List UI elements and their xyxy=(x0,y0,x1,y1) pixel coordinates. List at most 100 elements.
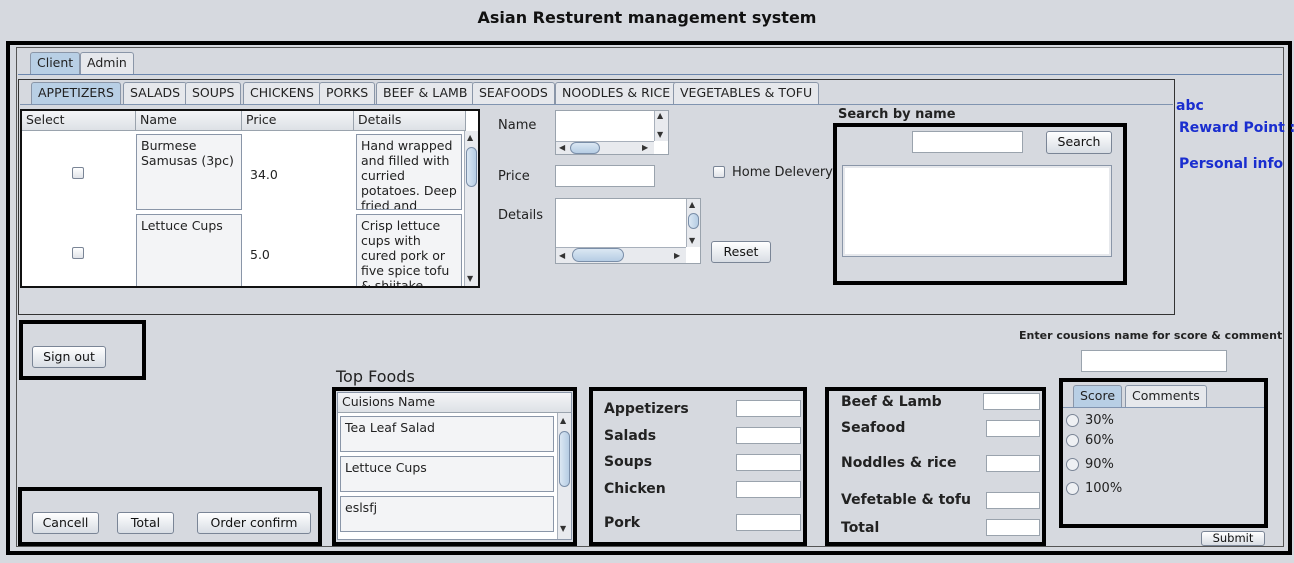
scroll-thumb[interactable] xyxy=(466,147,477,187)
grand-total-label: Total xyxy=(841,520,880,536)
top-foods-scrollbar[interactable]: ▲ ▼ xyxy=(557,413,571,539)
score-prompt: Enter cousions name for score & comment xyxy=(1019,329,1283,342)
tab-vegetables-tofu[interactable]: VEGETABLES & TOFU xyxy=(673,82,820,104)
details-vscroll[interactable]: ▲ ▼ xyxy=(686,199,700,247)
scroll-down-icon[interactable]: ▼ xyxy=(560,525,566,533)
list-item[interactable]: Tea Leaf Salad xyxy=(340,416,554,452)
chicken-total-field[interactable] xyxy=(736,481,801,498)
select-checkbox[interactable] xyxy=(72,167,84,179)
column-header-cuisions-name[interactable]: Cuisions Name xyxy=(338,393,571,413)
search-results-area[interactable] xyxy=(842,165,1112,257)
tab-comments[interactable]: Comments xyxy=(1125,385,1207,407)
seafood-total-label: Seafood xyxy=(841,420,906,436)
column-header-name[interactable]: Name xyxy=(136,111,242,131)
tab-client[interactable]: Client xyxy=(30,52,81,74)
order-confirm-button[interactable]: Order confirm xyxy=(197,512,311,534)
beef-lamb-total-label: Beef & Lamb xyxy=(841,394,942,410)
appetizers-total-field[interactable] xyxy=(736,400,801,417)
score-option-label: 60% xyxy=(1085,433,1114,448)
tab-admin[interactable]: Admin xyxy=(80,52,134,74)
cuisine-name-input[interactable] xyxy=(1081,350,1227,372)
search-button[interactable]: Search xyxy=(1046,131,1112,154)
scroll-left-icon[interactable]: ◀ xyxy=(559,144,565,152)
tab-beef-lamb[interactable]: BEEF & LAMB xyxy=(376,82,475,104)
score-radio-30[interactable] xyxy=(1066,414,1079,427)
tab-salads[interactable]: SALADS xyxy=(123,82,188,104)
details-label: Details xyxy=(498,208,544,223)
score-radio-100[interactable] xyxy=(1066,482,1079,495)
list-item[interactable]: Lettuce Cups xyxy=(340,456,554,492)
details-textarea[interactable]: ▲ ▼ ◀ ▶ xyxy=(555,198,701,264)
soups-total-field[interactable] xyxy=(736,454,801,471)
name-label: Name xyxy=(498,118,537,133)
sign-out-button[interactable]: Sign out xyxy=(32,346,106,368)
tab-appetizers[interactable]: APPETIZERS xyxy=(31,82,121,105)
cancel-button[interactable]: Cancell xyxy=(32,512,99,534)
column-header-select[interactable]: Select xyxy=(22,111,136,131)
scroll-down-icon[interactable]: ▼ xyxy=(467,275,473,283)
score-radio-90[interactable] xyxy=(1066,458,1079,471)
column-header-price[interactable]: Price xyxy=(242,111,354,131)
home-delivery-label: Home Delevery xyxy=(732,165,833,180)
personal-info-link[interactable]: Personal info xyxy=(1179,156,1283,172)
score-option-label: 90% xyxy=(1085,457,1114,472)
tab-porks[interactable]: PORKS xyxy=(319,82,376,104)
search-input[interactable] xyxy=(912,131,1023,153)
cell-details: Hand wrapped and filled with curried pot… xyxy=(356,134,462,210)
score-radio-60[interactable] xyxy=(1066,434,1079,447)
cell-details: Crisp lettuce cups with cured pork or fi… xyxy=(356,214,462,286)
name-textarea[interactable]: ▲ ▼ ◀ ▶ xyxy=(555,110,669,155)
reward-point-link[interactable]: Reward Point : xyxy=(1179,120,1294,136)
vegetable-tofu-total-label: Vefetable & tofu xyxy=(841,492,971,508)
hscroll-thumb[interactable] xyxy=(572,248,624,262)
seafood-total-field[interactable] xyxy=(986,420,1040,437)
submit-button[interactable]: Submit xyxy=(1201,531,1265,546)
top-foods-heading: Top Foods xyxy=(336,367,415,386)
total-button[interactable]: Total xyxy=(117,512,174,534)
price-label: Price xyxy=(498,169,530,184)
tab-noodles-rice[interactable]: NOODLES & RICE xyxy=(555,82,678,104)
pork-total-field[interactable] xyxy=(736,514,801,531)
table-row[interactable]: Lettuce Cups 5.0 Crisp lettuce cups with… xyxy=(22,212,466,286)
details-hscroll[interactable]: ◀ ▶ xyxy=(556,247,686,263)
appetizers-total-label: Appetizers xyxy=(604,401,689,417)
noodles-rice-total-field[interactable] xyxy=(986,455,1040,472)
table-scrollbar[interactable]: ▲ ▼ xyxy=(464,131,478,286)
list-item[interactable]: eslsfj xyxy=(340,496,554,532)
beef-lamb-total-field[interactable] xyxy=(983,393,1040,410)
menu-table: Select Name Price Details Burmese Samusa… xyxy=(20,109,480,288)
scroll-down-icon[interactable]: ▼ xyxy=(657,131,663,139)
scroll-thumb[interactable] xyxy=(688,213,699,229)
table-row[interactable]: Burmese Samusas (3pc) 34.0 Hand wrapped … xyxy=(22,131,466,211)
select-checkbox[interactable] xyxy=(72,247,84,259)
tab-chickens[interactable]: CHICKENS xyxy=(243,82,321,104)
reset-button[interactable]: Reset xyxy=(711,241,771,263)
salads-total-label: Salads xyxy=(604,428,657,444)
vegetable-tofu-total-field[interactable] xyxy=(986,492,1040,509)
cell-price: 34.0 xyxy=(250,167,278,182)
cell-name: Lettuce Cups xyxy=(136,214,242,286)
scroll-up-icon[interactable]: ▲ xyxy=(560,417,566,425)
scroll-up-icon[interactable]: ▲ xyxy=(657,112,663,120)
username-link[interactable]: abc xyxy=(1176,98,1204,114)
scroll-right-icon[interactable]: ▶ xyxy=(642,144,648,152)
column-header-details[interactable]: Details xyxy=(354,111,466,131)
price-input[interactable] xyxy=(555,165,655,187)
grand-total-field[interactable] xyxy=(986,519,1040,536)
hscroll-thumb[interactable] xyxy=(570,142,600,154)
scroll-up-icon[interactable]: ▲ xyxy=(689,201,695,209)
top-foods-list: Cuisions Name Tea Leaf Salad Lettuce Cup… xyxy=(337,392,572,540)
tab-score[interactable]: Score xyxy=(1073,385,1123,407)
cell-price: 5.0 xyxy=(250,247,270,262)
salads-total-field[interactable] xyxy=(736,427,801,444)
scroll-left-icon[interactable]: ◀ xyxy=(559,252,565,260)
name-vscroll[interactable]: ▲ ▼ xyxy=(654,111,668,141)
scroll-up-icon[interactable]: ▲ xyxy=(467,134,473,142)
name-hscroll[interactable]: ◀ ▶ xyxy=(556,141,654,154)
scroll-right-icon[interactable]: ▶ xyxy=(674,252,680,260)
tab-seafoods[interactable]: SEAFOODS xyxy=(472,82,555,104)
home-delivery-checkbox[interactable] xyxy=(713,166,725,178)
scroll-down-icon[interactable]: ▼ xyxy=(689,237,695,245)
tab-soups[interactable]: SOUPS xyxy=(185,82,242,104)
scroll-thumb[interactable] xyxy=(559,431,570,487)
